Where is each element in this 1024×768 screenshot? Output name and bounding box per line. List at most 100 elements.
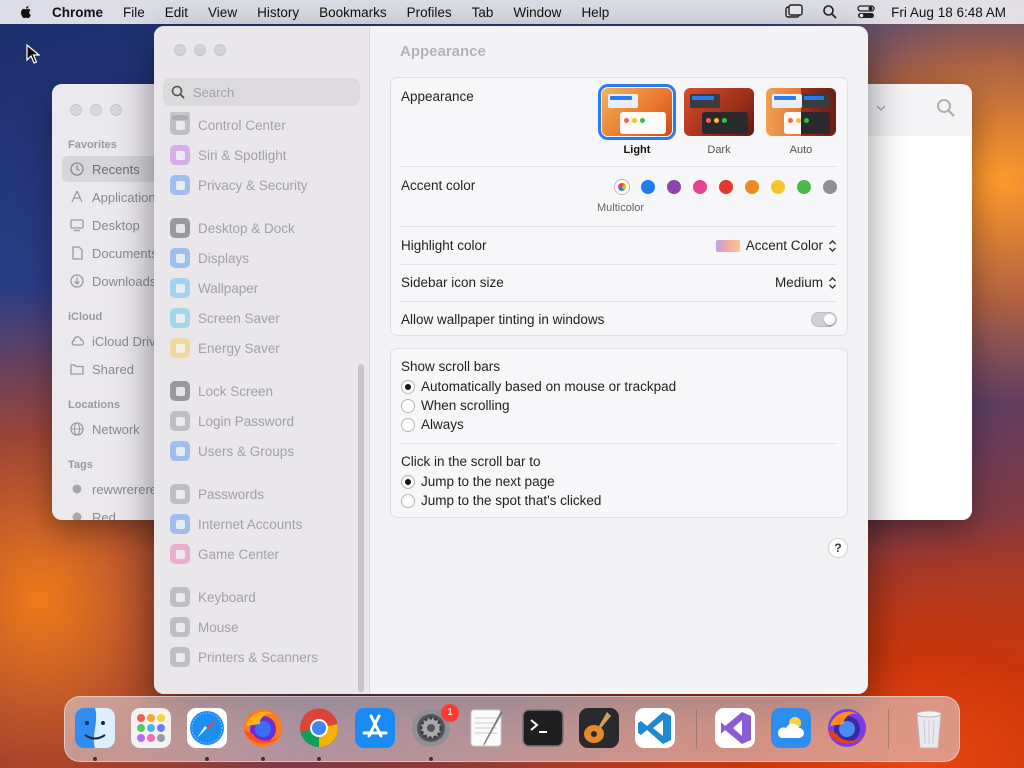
dock-safari[interactable] [185,706,229,750]
sidebar-item-lock-screen[interactable]: Lock Screen [170,378,273,404]
accent-swatch[interactable] [641,180,655,194]
screen-mirroring-icon[interactable] [785,4,803,20]
radio-jump-to-spot[interactable]: Jump to the spot that's clicked [401,493,601,508]
dock-firefox-developer[interactable] [825,706,869,750]
dock-garageband[interactable] [577,706,621,750]
dock-textedit[interactable] [465,706,509,750]
sidebar-item-displays[interactable]: Displays [170,245,249,271]
settings-minimize-button[interactable] [194,44,206,56]
sidebar-item-users-groups[interactable]: Users & Groups [170,438,294,464]
accent-swatch-multicolor[interactable] [615,180,629,194]
dock-app-store[interactable] [353,706,397,750]
sidebar-icon-size-popup[interactable]: Medium [775,275,837,290]
menu-clock[interactable]: Fri Aug 18 6:48 AM [891,5,1006,20]
accent-swatch[interactable] [667,180,681,194]
accent-color-label: Accent color [401,178,476,193]
wallpaper-tinting-toggle[interactable] [811,312,837,327]
sidebar-item-printers-scanners[interactable]: Printers & Scanners [170,644,318,670]
accent-swatch[interactable] [823,180,837,194]
apple-menu-icon[interactable] [18,4,34,20]
sidebar-item-wallpaper[interactable]: Wallpaper [170,275,258,301]
menu-view[interactable]: View [208,5,237,20]
visual-studio-icon [715,708,755,748]
settings-zoom-button[interactable] [214,44,226,56]
menu-history[interactable]: History [257,5,299,20]
launchpad-icon [131,708,171,748]
sidebar-scrollbar[interactable] [358,364,364,692]
firefox-developer-icon [828,709,866,747]
appearance-option-auto[interactable]: Auto [765,88,837,156]
chrome-icon [300,708,338,747]
dock-vscode[interactable] [633,706,677,750]
document-icon [72,246,83,260]
dock-terminal[interactable] [521,706,565,750]
sidebar-item-label: Keyboard [198,589,256,605]
menu-edit[interactable]: Edit [165,5,188,20]
accent-swatch[interactable] [719,180,733,194]
help-button[interactable]: ? [828,538,848,558]
accent-swatch[interactable] [693,180,707,194]
spotlight-search-icon[interactable] [821,4,839,20]
menu-app-name[interactable]: Chrome [52,5,103,20]
menu-window[interactable]: Window [513,5,561,20]
sidebar-item-label: Lock Screen [198,383,274,399]
finder-item-label: Downloads [92,273,157,289]
accent-swatch[interactable] [797,180,811,194]
dock-firefox[interactable] [241,706,285,750]
finder-icon [75,708,115,748]
finder-item-label: Desktop [92,217,140,233]
menu-bookmarks[interactable]: Bookmarks [319,5,387,20]
sun-icon [170,248,190,268]
sidebar-item-control-center[interactable]: Control Center [170,112,286,138]
sidebar-icon-size-value: Medium [774,275,823,290]
radio-jump-next-page[interactable]: Jump to the next page [401,474,555,489]
running-indicator [317,757,321,761]
menu-file[interactable]: File [123,5,145,20]
dock-launchpad[interactable] [129,706,173,750]
sidebar-item-mouse[interactable]: Mouse [170,614,239,640]
appearance-option-light[interactable]: Light [598,84,676,156]
accent-swatch[interactable] [771,180,785,194]
sidebar-item-energy-saver[interactable]: Energy Saver [170,335,280,361]
sidebar-item-desktop-dock[interactable]: Desktop & Dock [170,215,295,241]
download-icon [70,274,84,288]
applications-icon [71,190,83,203]
radio-label: Always [421,417,464,432]
chevron-down-icon[interactable] [876,104,886,112]
settings-close-button[interactable] [174,44,186,56]
accent-swatch[interactable] [745,180,759,194]
finder-zoom-button[interactable] [110,104,122,116]
radio-scroll-always[interactable]: Always [401,417,464,432]
menu-profiles[interactable]: Profiles [407,5,452,20]
control-center-menu-icon[interactable] [857,4,875,20]
radio-scroll-when-scrolling[interactable]: When scrolling [401,398,510,413]
dock-chrome[interactable] [297,706,341,750]
sidebar-item-game-center[interactable]: Game Center [170,541,279,567]
finder-item-label: Network [92,421,140,437]
trash-icon [916,710,942,749]
appearance-option-dark[interactable]: Dark [683,88,755,156]
dock-weather[interactable] [769,706,813,750]
radio-scroll-automatic[interactable]: Automatically based on mouse or trackpad [401,379,676,394]
highlight-color-label: Highlight color [401,238,487,253]
search-input[interactable]: Search [163,78,360,106]
search-icon[interactable] [936,98,956,118]
sidebar-item-label: Energy Saver [198,340,280,356]
sidebar-item-keyboard[interactable]: Keyboard [170,584,256,610]
sidebar-item-screen-saver[interactable]: Screen Saver [170,305,280,331]
sidebar-item-siri-spotlight[interactable]: Siri & Spotlight [170,142,287,168]
finder-minimize-button[interactable] [90,104,102,116]
menu-help[interactable]: Help [581,5,609,20]
sidebar-item-passwords[interactable]: Passwords [170,481,264,507]
sidebar-item-privacy-security[interactable]: Privacy & Security [170,172,308,198]
dock-finder[interactable] [73,706,117,750]
password-key-icon [170,484,190,504]
flower-icon [170,278,190,298]
highlight-color-popup[interactable]: Accent Color [715,238,837,253]
finder-close-button[interactable] [70,104,82,116]
sidebar-item-internet-accounts[interactable]: Internet Accounts [170,511,302,537]
dock-visual-studio[interactable] [713,706,757,750]
menu-tab[interactable]: Tab [472,5,494,20]
dock-trash[interactable] [907,706,951,750]
sidebar-item-login-password[interactable]: Login Password [170,408,294,434]
